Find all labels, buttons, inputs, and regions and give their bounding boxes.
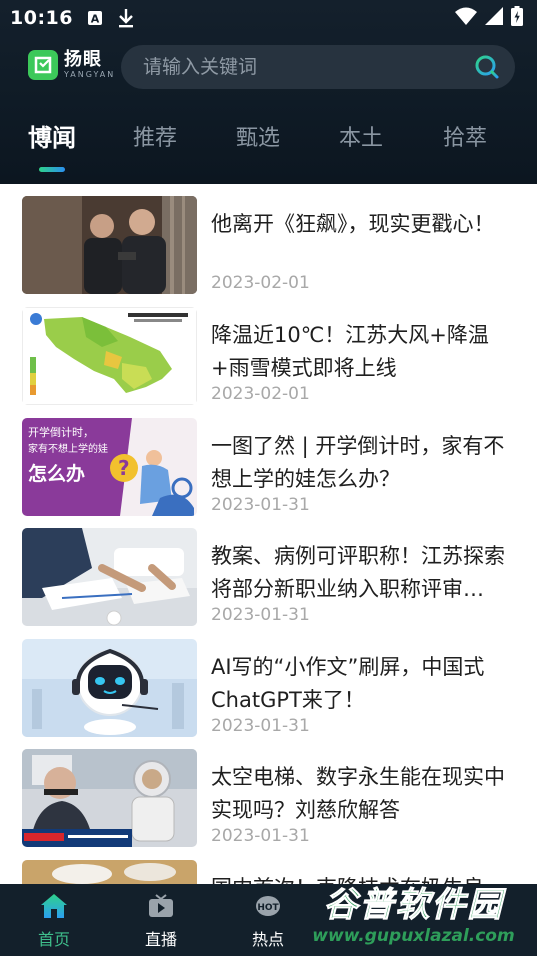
- logo-name: 扬眼: [64, 49, 102, 70]
- article-thumbnail: [22, 639, 197, 737]
- search-input[interactable]: [143, 56, 473, 78]
- article-thumbnail: 开学倒计时， 家有不想上学的娃 怎么办 ?: [22, 418, 197, 516]
- nav-label-live: 直播: [144, 930, 177, 949]
- thumb-caption-line-1: 开学倒计时，: [28, 425, 94, 439]
- article-title[interactable]: 国内首次！克隆技术在奶牛良: [211, 872, 513, 884]
- article-thumbnail: [22, 196, 197, 294]
- svg-text:HOT: HOT: [257, 903, 279, 913]
- article-thumbnail: [22, 860, 197, 884]
- article-date: 2023-02-01: [211, 273, 310, 293]
- app-logo[interactable]: 扬眼 YANGYAN: [28, 50, 115, 80]
- nav-home[interactable]: 首页: [19, 892, 89, 950]
- status-bar: 10:16 A: [0, 0, 537, 36]
- news-feed[interactable]: 他离开《狂飙》，现实更戳心！ 2023-02-01 降温近10℃！江苏大风+降温…: [0, 184, 537, 884]
- wifi-icon: [455, 7, 477, 29]
- article-title[interactable]: 他离开《狂飙》，现实更戳心！: [211, 208, 513, 241]
- list-item[interactable]: 开学倒计时， 家有不想上学的娃 怎么办 ? 一图了然 | 开学倒计时，家有不想上…: [22, 418, 517, 520]
- battery-icon: [511, 6, 523, 30]
- text-a-icon: A: [87, 10, 103, 26]
- channel-tabs: 博闻 推荐 甄选 本土 拾萃: [0, 112, 537, 172]
- tv-icon: [126, 892, 196, 920]
- list-item[interactable]: 太空电梯、数字永生能在现实中实现吗？刘慈欣解答 2023-01-31: [22, 749, 517, 851]
- download-icon: [117, 8, 135, 28]
- article-thumbnail: [22, 749, 197, 847]
- logo-mark-icon: [28, 50, 58, 80]
- article-title[interactable]: AI写的“小作文”刷屏，中国式ChatGPT来了！: [211, 651, 513, 717]
- watermark-text: 谷普软件园: [323, 885, 504, 926]
- article-title[interactable]: 教案、病例可评职称！江苏探索将部分新职业纳入职称评审…: [211, 540, 513, 606]
- article-thumbnail: [22, 528, 197, 626]
- article-title[interactable]: 一图了然 | 开学倒计时，家有不想上学的娃怎么办？: [211, 430, 513, 496]
- list-item[interactable]: 他离开《狂飙》，现实更戳心！ 2023-02-01: [22, 196, 517, 298]
- tab-bentu[interactable]: 本土: [316, 120, 406, 152]
- article-title[interactable]: 降温近10℃！江苏大风+降温+雨雪模式即将上线: [211, 319, 513, 385]
- list-item[interactable]: 教案、病例可评职称！江苏探索将部分新职业纳入职称评审… 2023-01-31: [22, 528, 517, 630]
- tab-bowen[interactable]: 博闻: [7, 118, 97, 153]
- list-item[interactable]: 降温近10℃！江苏大风+降温+雨雪模式即将上线 2023-02-01: [22, 307, 517, 409]
- tab-zhenxuan[interactable]: 甄选: [213, 120, 303, 152]
- thumb-caption-line-3: 怎么办: [28, 462, 85, 485]
- list-item[interactable]: 国内首次！克隆技术在奶牛良: [22, 860, 517, 884]
- article-date: 2023-01-31: [211, 826, 310, 846]
- tab-tuijian[interactable]: 推荐: [110, 120, 200, 152]
- watermark-url: www.gupuxlazal.com: [312, 926, 515, 946]
- search-bar[interactable]: [121, 45, 515, 89]
- tab-shicui[interactable]: 拾萃: [420, 120, 510, 152]
- article-date: 2023-01-31: [211, 495, 310, 515]
- watermark: 谷普软件园 www.gupuxlazal.com: [290, 885, 537, 956]
- nav-live[interactable]: 直播: [126, 892, 196, 950]
- signal-icon: [485, 7, 503, 29]
- logo-subtitle: YANGYAN: [64, 70, 116, 79]
- search-icon[interactable]: [473, 53, 501, 81]
- article-date: 2023-01-31: [211, 716, 310, 736]
- svg-text:A: A: [91, 13, 100, 26]
- svg-text:?: ?: [118, 456, 130, 480]
- status-time: 10:16: [10, 7, 73, 29]
- list-item[interactable]: AI写的“小作文”刷屏，中国式ChatGPT来了！ 2023-01-31: [22, 639, 517, 741]
- nav-label-home: 首页: [37, 930, 70, 949]
- thumb-caption-line-2: 家有不想上学的娃: [28, 442, 108, 455]
- article-date: 2023-01-31: [211, 605, 310, 625]
- home-icon: [19, 892, 89, 920]
- article-title[interactable]: 太空电梯、数字永生能在现实中实现吗？刘慈欣解答: [211, 761, 513, 827]
- active-tab-indicator: [39, 167, 65, 172]
- article-date: 2023-02-01: [211, 384, 310, 404]
- article-thumbnail: [22, 307, 197, 405]
